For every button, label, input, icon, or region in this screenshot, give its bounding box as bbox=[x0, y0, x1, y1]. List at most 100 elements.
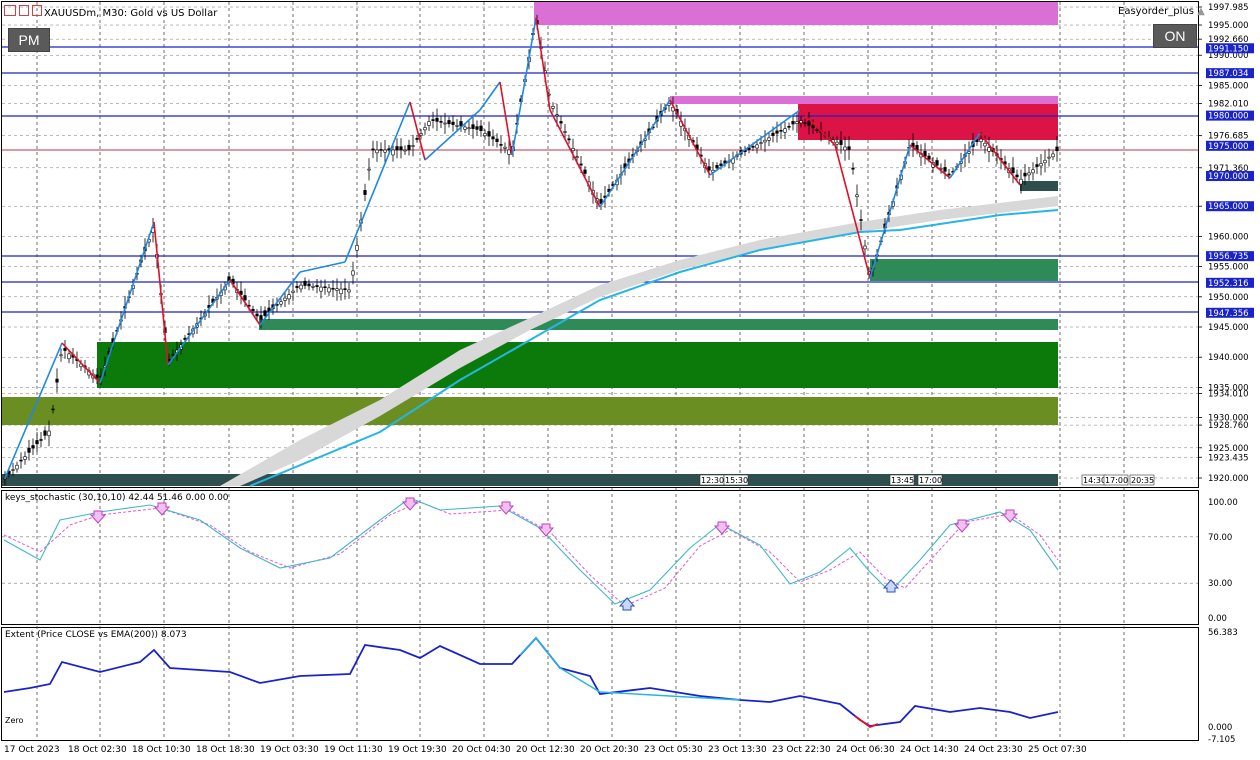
chart-icon[interactable] bbox=[4, 5, 16, 16]
candle-body bbox=[327, 287, 331, 293]
candle-body bbox=[983, 142, 987, 147]
extent-line bbox=[3, 636, 1059, 727]
supply-zone-red bbox=[798, 104, 1058, 140]
supply-zone-top bbox=[534, 2, 1058, 25]
candle-body bbox=[751, 145, 755, 148]
candle-body bbox=[355, 245, 359, 251]
candle-body bbox=[283, 297, 287, 301]
candle-body bbox=[803, 122, 807, 124]
candle-body bbox=[851, 167, 855, 170]
candle-body bbox=[307, 283, 311, 287]
candle-body bbox=[59, 354, 63, 357]
candle-body bbox=[759, 142, 763, 144]
price-axis-label: 1976.685 bbox=[1208, 132, 1249, 142]
candle-body bbox=[399, 146, 403, 151]
price-axis-label: 1920.000 bbox=[1208, 474, 1249, 484]
candle-body bbox=[855, 194, 859, 198]
price-axis-label: 1960.000 bbox=[1208, 232, 1249, 242]
candle-body bbox=[427, 121, 431, 126]
price-axis-label: 1940.000 bbox=[1208, 353, 1249, 363]
candle-body bbox=[343, 288, 347, 290]
candle-body bbox=[859, 219, 863, 221]
zigzag-down-segment bbox=[549, 109, 601, 208]
zero-label: Zero bbox=[5, 716, 24, 725]
small-dark-box bbox=[1020, 181, 1058, 191]
expert-name: Easyorder_plus ▲ bbox=[1118, 6, 1205, 17]
time-tag-label: 17:00 bbox=[919, 476, 942, 485]
time-axis-label: 19 Oct 03:30 bbox=[260, 745, 319, 755]
candle-body bbox=[439, 121, 443, 123]
candle-body bbox=[259, 315, 263, 320]
stochastic-label: keys_stochastic (30,10,10) 42.44 51.46 0… bbox=[5, 493, 229, 503]
supply-zone-mid bbox=[670, 96, 1058, 104]
time-axis-label: 17 Oct 2023 bbox=[4, 745, 60, 755]
candle-body bbox=[279, 301, 283, 305]
candle-body bbox=[807, 120, 811, 126]
candle-body bbox=[927, 155, 931, 160]
candle-body bbox=[843, 146, 847, 151]
candle-body bbox=[363, 189, 367, 195]
stoch-axis-label: 30.00 bbox=[1208, 579, 1232, 589]
candle-body bbox=[339, 288, 343, 295]
time-axis-label: 25 Oct 07:30 bbox=[1028, 745, 1087, 755]
price-axis-label: 1945.000 bbox=[1208, 323, 1249, 333]
candle-body bbox=[1055, 146, 1059, 152]
candle-body bbox=[799, 120, 803, 124]
candle-body bbox=[15, 464, 19, 470]
price-axis-label: 1950.000 bbox=[1208, 293, 1249, 303]
candle-body bbox=[23, 456, 27, 460]
chart-icon[interactable] bbox=[32, 5, 43, 16]
time-axis-label: 23 Oct 22:30 bbox=[772, 745, 831, 755]
candle-body bbox=[555, 114, 559, 117]
candle-body bbox=[503, 146, 507, 149]
candle-body bbox=[43, 430, 47, 436]
extent-axis-label: 0.000 bbox=[1208, 723, 1232, 733]
candle-body bbox=[367, 168, 371, 171]
candle-body bbox=[499, 144, 503, 146]
pm-button[interactable]: PM bbox=[8, 28, 50, 52]
price-level-tag-label: 1956.735 bbox=[1208, 252, 1249, 262]
candle-body bbox=[935, 160, 939, 166]
time-tag-label: 13:45 bbox=[891, 476, 914, 485]
candle-body bbox=[847, 146, 851, 150]
candle-body bbox=[431, 119, 435, 121]
zigzag-down-segment bbox=[499, 81, 513, 156]
candle-body bbox=[303, 280, 307, 286]
candle-body bbox=[923, 151, 927, 157]
time-axis-label: 24 Oct 06:30 bbox=[836, 745, 895, 755]
time-axis-label: 20 Oct 12:30 bbox=[516, 745, 575, 755]
candle-body bbox=[371, 148, 375, 151]
candle-body bbox=[35, 440, 39, 445]
candle-body bbox=[395, 146, 399, 151]
stoch-sell-arrow bbox=[1001, 509, 1019, 523]
chart-icons[interactable] bbox=[4, 5, 44, 19]
candle-body bbox=[495, 138, 499, 142]
price-axis-label: 1955.000 bbox=[1208, 263, 1249, 273]
time-axis-label: 18 Oct 10:30 bbox=[132, 745, 191, 755]
price-level-tag-label: 1991.150 bbox=[1208, 44, 1249, 54]
zigzag-up-segment bbox=[869, 144, 911, 279]
candle-body bbox=[487, 131, 491, 137]
candle-body bbox=[375, 149, 379, 154]
candle-body bbox=[767, 137, 771, 141]
candle-body bbox=[1039, 163, 1043, 167]
zigzag-down-segment bbox=[834, 144, 871, 279]
candle-body bbox=[475, 126, 479, 130]
time-tag-label: 20:35 bbox=[1131, 476, 1154, 485]
time-tag-label: 14:30 bbox=[1083, 476, 1106, 485]
candle-body bbox=[1043, 159, 1047, 164]
time-axis-label: 19 Oct 19:30 bbox=[388, 745, 447, 755]
chart-canvas[interactable]: 1997.9851995.0001992.6601990.0001985.000… bbox=[0, 0, 1260, 760]
time-axis-label: 24 Oct 14:30 bbox=[900, 745, 959, 755]
stoch-sell-arrow bbox=[537, 523, 555, 537]
chart-icon[interactable] bbox=[19, 5, 30, 16]
candle-body bbox=[1031, 169, 1035, 174]
price-axis-label: 1997.985 bbox=[1208, 3, 1249, 13]
extent-axis-label: -7.105 bbox=[1208, 735, 1235, 745]
time-axis-label: 20 Oct 20:30 bbox=[580, 745, 639, 755]
on-button[interactable]: ON bbox=[1153, 24, 1197, 48]
candle-body bbox=[403, 149, 407, 152]
candle-body bbox=[11, 469, 15, 471]
zigzag-up-segment bbox=[299, 261, 346, 273]
candle-body bbox=[791, 120, 795, 125]
